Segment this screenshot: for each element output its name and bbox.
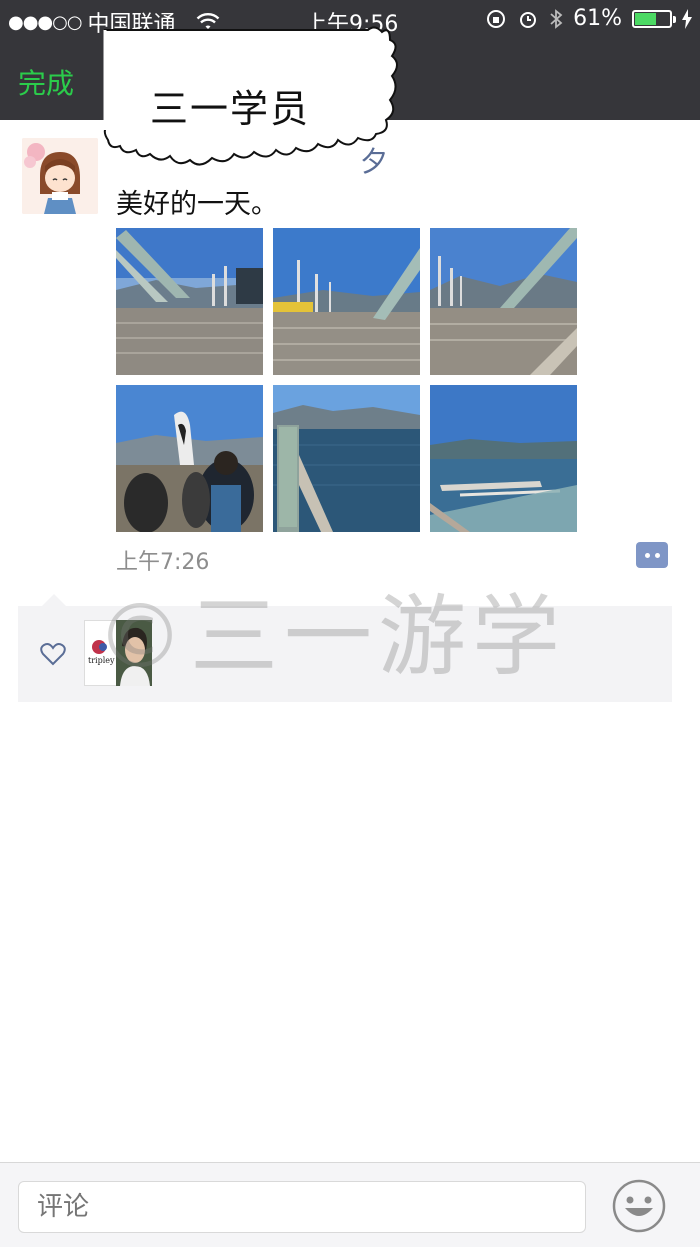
marina-photo-icon bbox=[430, 385, 577, 532]
svg-text:tripley: tripley bbox=[88, 656, 115, 665]
likes-panel: tripley bbox=[18, 594, 672, 702]
sculpture-sky-photo-icon bbox=[116, 228, 263, 375]
avatar[interactable] bbox=[22, 138, 98, 214]
heart-icon bbox=[40, 643, 66, 666]
alarm-icon bbox=[520, 11, 537, 28]
signal-indicator: ●●●○○ bbox=[8, 11, 83, 33]
charging-icon bbox=[682, 8, 692, 29]
harbor-water-photo-icon bbox=[273, 385, 420, 532]
photo-3[interactable] bbox=[430, 228, 577, 375]
liker-avatar-1[interactable]: tripley bbox=[84, 620, 120, 686]
plaza-sky-photo-icon bbox=[273, 228, 420, 375]
tripley-logo-icon: tripley bbox=[88, 640, 115, 665]
people-orca-statue-photo-icon bbox=[116, 385, 263, 532]
sculpture-mountain-photo-icon bbox=[430, 228, 577, 375]
comment-action-button[interactable] bbox=[636, 542, 668, 568]
bubble-text: 三一学员 bbox=[150, 87, 311, 131]
photo-4[interactable] bbox=[116, 385, 263, 532]
liker-avatar-2[interactable] bbox=[116, 620, 152, 686]
comment-bar bbox=[0, 1162, 700, 1247]
person-avatar-icon bbox=[116, 620, 152, 686]
photo-6[interactable] bbox=[430, 385, 577, 532]
done-button[interactable]: 完成 bbox=[18, 62, 74, 102]
emoji-icon[interactable] bbox=[611, 1178, 667, 1234]
photo-1[interactable] bbox=[116, 228, 263, 375]
photo-2[interactable] bbox=[273, 228, 420, 375]
battery-icon bbox=[632, 9, 676, 28]
battery-percent: 61% bbox=[573, 6, 622, 31]
photo-5[interactable] bbox=[273, 385, 420, 532]
bluetooth-icon bbox=[550, 8, 563, 29]
comment-input[interactable] bbox=[18, 1181, 586, 1233]
rotation-lock-icon bbox=[487, 9, 506, 28]
cartoon-girl-avatar-icon bbox=[22, 138, 98, 214]
post-time: 上午7:26 bbox=[116, 550, 210, 575]
